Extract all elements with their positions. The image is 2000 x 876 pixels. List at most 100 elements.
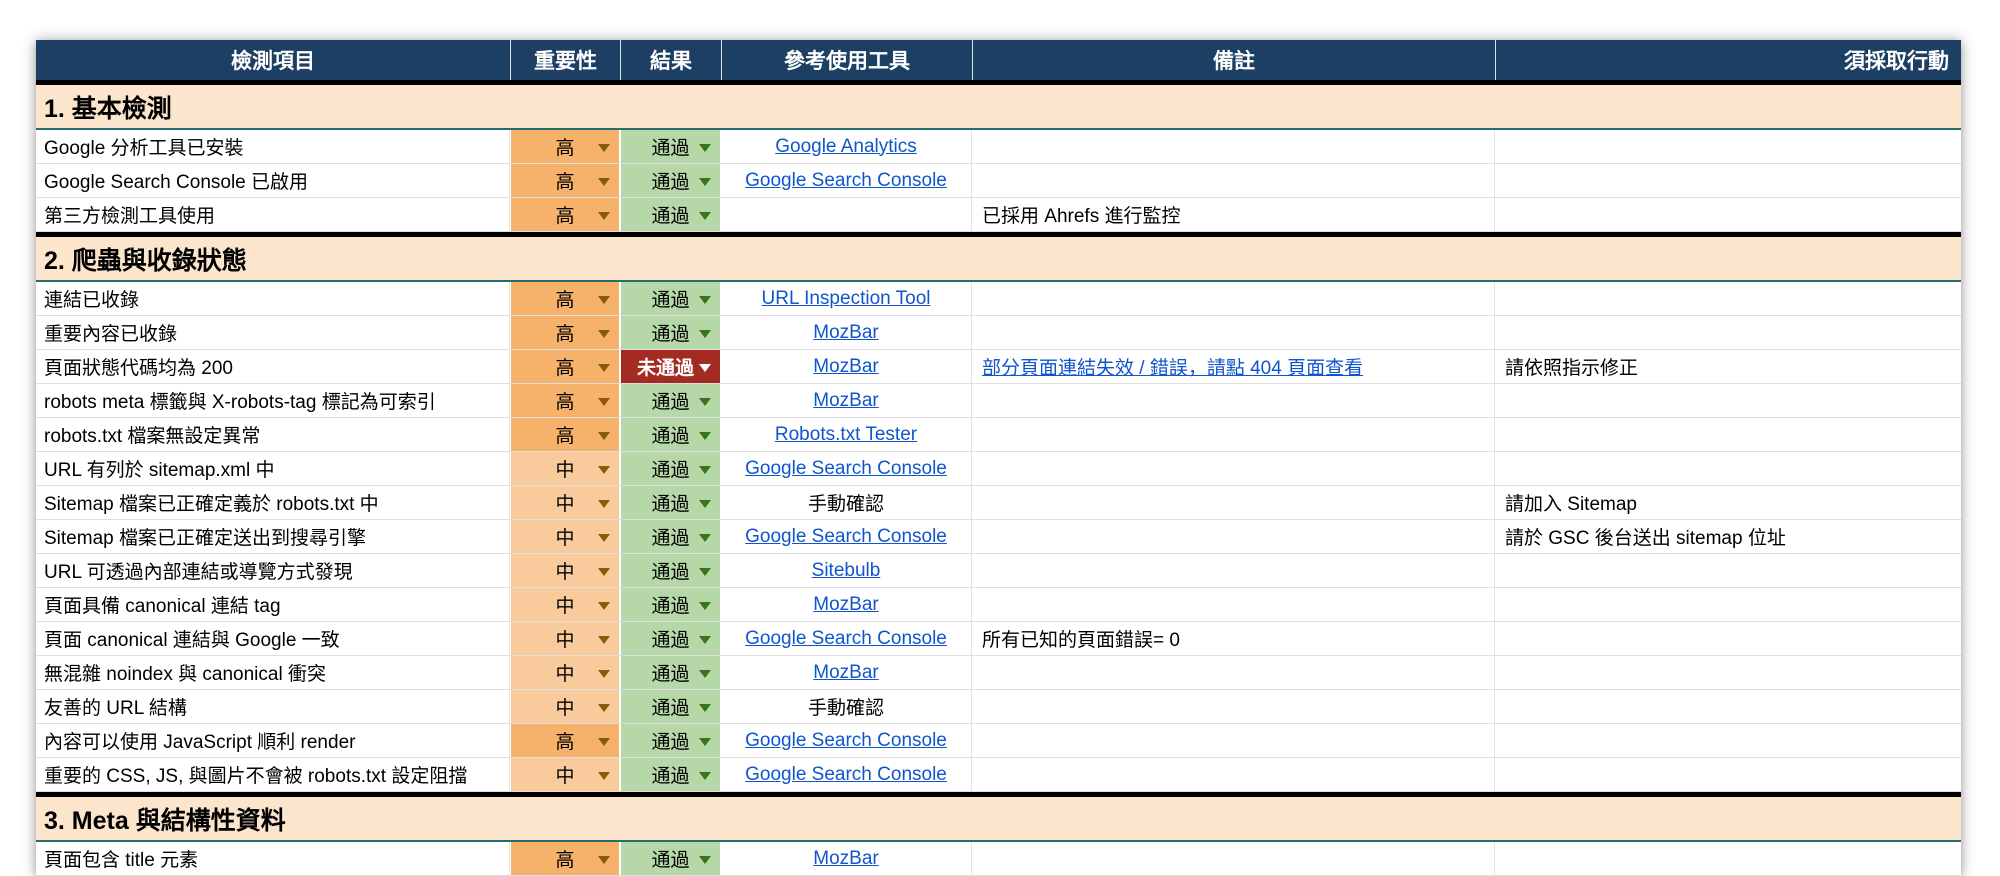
dropdown-arrow-icon	[598, 211, 610, 220]
importance-value: 中	[555, 698, 575, 719]
dropdown-arrow-icon	[699, 499, 711, 508]
item-cell: 友善的 URL 結構	[36, 690, 510, 723]
table-row: 連結已收錄 高 通過 URL Inspection Tool	[36, 282, 1961, 316]
dropdown-arrow-icon	[699, 143, 711, 152]
importance-value: 高	[555, 324, 575, 345]
result-dropdown[interactable]: 通過	[620, 418, 721, 451]
importance-value: 高	[555, 392, 575, 413]
tool-cell: MozBar	[721, 384, 972, 417]
importance-dropdown[interactable]: 高	[510, 842, 620, 875]
result-dropdown[interactable]: 通過	[620, 130, 721, 163]
result-value: 通過	[651, 732, 690, 753]
tool-link[interactable]: Google Search Console	[745, 628, 947, 650]
result-dropdown[interactable]: 通過	[620, 316, 721, 349]
result-dropdown[interactable]: 通過	[620, 724, 721, 757]
tool-cell: MozBar	[721, 842, 972, 875]
tool-cell: Google Search Console	[721, 520, 972, 553]
tool-link[interactable]: URL Inspection Tool	[762, 288, 931, 310]
importance-dropdown[interactable]: 中	[510, 622, 620, 655]
result-dropdown[interactable]: 通過	[620, 198, 721, 231]
result-dropdown[interactable]: 通過	[620, 656, 721, 689]
result-value: 通過	[651, 324, 690, 345]
result-dropdown[interactable]: 通過	[620, 486, 721, 519]
tool-link[interactable]: MozBar	[813, 662, 878, 684]
dropdown-arrow-icon	[699, 567, 711, 576]
tool-link[interactable]: Google Search Console	[745, 458, 947, 480]
importance-dropdown[interactable]: 中	[510, 588, 620, 621]
action-cell	[1495, 384, 1961, 417]
tool-link[interactable]: Google Analytics	[775, 136, 917, 158]
result-value: 通過	[651, 494, 690, 515]
tool-link[interactable]: MozBar	[813, 594, 878, 616]
importance-dropdown[interactable]: 高	[510, 316, 620, 349]
note-cell	[972, 384, 1495, 417]
result-value: 通過	[651, 562, 690, 583]
tool-link[interactable]: Sitebulb	[812, 560, 881, 582]
tool-link[interactable]: MozBar	[813, 390, 878, 412]
result-dropdown[interactable]: 通過	[620, 282, 721, 315]
item-cell: 內容可以使用 JavaScript 順利 render	[36, 724, 510, 757]
col-header-tool: 參考使用工具	[721, 40, 972, 80]
tool-link[interactable]: MozBar	[813, 356, 878, 378]
note-cell	[972, 316, 1495, 349]
result-dropdown[interactable]: 未通過	[620, 350, 721, 383]
importance-dropdown[interactable]: 中	[510, 758, 620, 791]
result-dropdown[interactable]: 通過	[620, 384, 721, 417]
dropdown-arrow-icon	[699, 669, 711, 678]
result-dropdown[interactable]: 通過	[620, 588, 721, 621]
tool-cell: MozBar	[721, 350, 972, 383]
importance-dropdown[interactable]: 高	[510, 198, 620, 231]
importance-value: 中	[555, 562, 575, 583]
result-value: 通過	[651, 850, 690, 871]
action-cell	[1495, 316, 1961, 349]
item-cell: Sitemap 檔案已正確定義於 robots.txt 中	[36, 486, 510, 519]
tool-link[interactable]: Google Search Console	[745, 170, 947, 192]
importance-dropdown[interactable]: 中	[510, 486, 620, 519]
importance-dropdown[interactable]: 中	[510, 656, 620, 689]
importance-dropdown[interactable]: 高	[510, 350, 620, 383]
dropdown-arrow-icon	[699, 177, 711, 186]
result-dropdown[interactable]: 通過	[620, 758, 721, 791]
importance-dropdown[interactable]: 高	[510, 130, 620, 163]
dropdown-arrow-icon	[598, 329, 610, 338]
tool-link[interactable]: Robots.txt Tester	[775, 424, 917, 446]
tool-link[interactable]: Google Search Console	[745, 764, 947, 786]
result-dropdown[interactable]: 通過	[620, 842, 721, 875]
result-dropdown[interactable]: 通過	[620, 554, 721, 587]
result-dropdown[interactable]: 通過	[620, 520, 721, 553]
importance-dropdown[interactable]: 高	[510, 282, 620, 315]
table-row: Sitemap 檔案已正確定送出到搜尋引擎 中 通過 Google Search Co…	[36, 520, 1961, 554]
result-dropdown[interactable]: 通過	[620, 164, 721, 197]
importance-dropdown[interactable]: 高	[510, 724, 620, 757]
tool-link[interactable]: MozBar	[813, 848, 878, 870]
tool-cell: Google Analytics	[721, 130, 972, 163]
note-cell: 部分頁面連結失效 / 錯誤，請點 404 頁面查看	[972, 350, 1495, 383]
tool-link[interactable]: MozBar	[813, 322, 878, 344]
importance-dropdown[interactable]: 中	[510, 690, 620, 723]
dropdown-arrow-icon	[699, 329, 711, 338]
note-cell	[972, 554, 1495, 587]
importance-value: 高	[555, 732, 575, 753]
note-cell	[972, 758, 1495, 791]
importance-dropdown[interactable]: 高	[510, 418, 620, 451]
dropdown-arrow-icon	[598, 771, 610, 780]
note-cell	[972, 520, 1495, 553]
tool-cell: Google Search Console	[721, 758, 972, 791]
result-dropdown[interactable]: 通過	[620, 452, 721, 485]
result-dropdown[interactable]: 通過	[620, 690, 721, 723]
importance-dropdown[interactable]: 中	[510, 452, 620, 485]
importance-dropdown[interactable]: 中	[510, 554, 620, 587]
tool-link[interactable]: Google Search Console	[745, 526, 947, 548]
dropdown-arrow-icon	[598, 533, 610, 542]
importance-dropdown[interactable]: 高	[510, 384, 620, 417]
importance-value: 高	[555, 290, 575, 311]
action-cell	[1495, 554, 1961, 587]
importance-dropdown[interactable]: 高	[510, 164, 620, 197]
tool-cell: 手動確認	[721, 486, 972, 519]
result-value: 通過	[651, 392, 690, 413]
note-link[interactable]: 部分頁面連結失效 / 錯誤，請點 404 頁面查看	[982, 353, 1363, 380]
tool-link[interactable]: Google Search Console	[745, 730, 947, 752]
importance-dropdown[interactable]: 中	[510, 520, 620, 553]
tool-cell: Google Search Console	[721, 724, 972, 757]
result-dropdown[interactable]: 通過	[620, 622, 721, 655]
